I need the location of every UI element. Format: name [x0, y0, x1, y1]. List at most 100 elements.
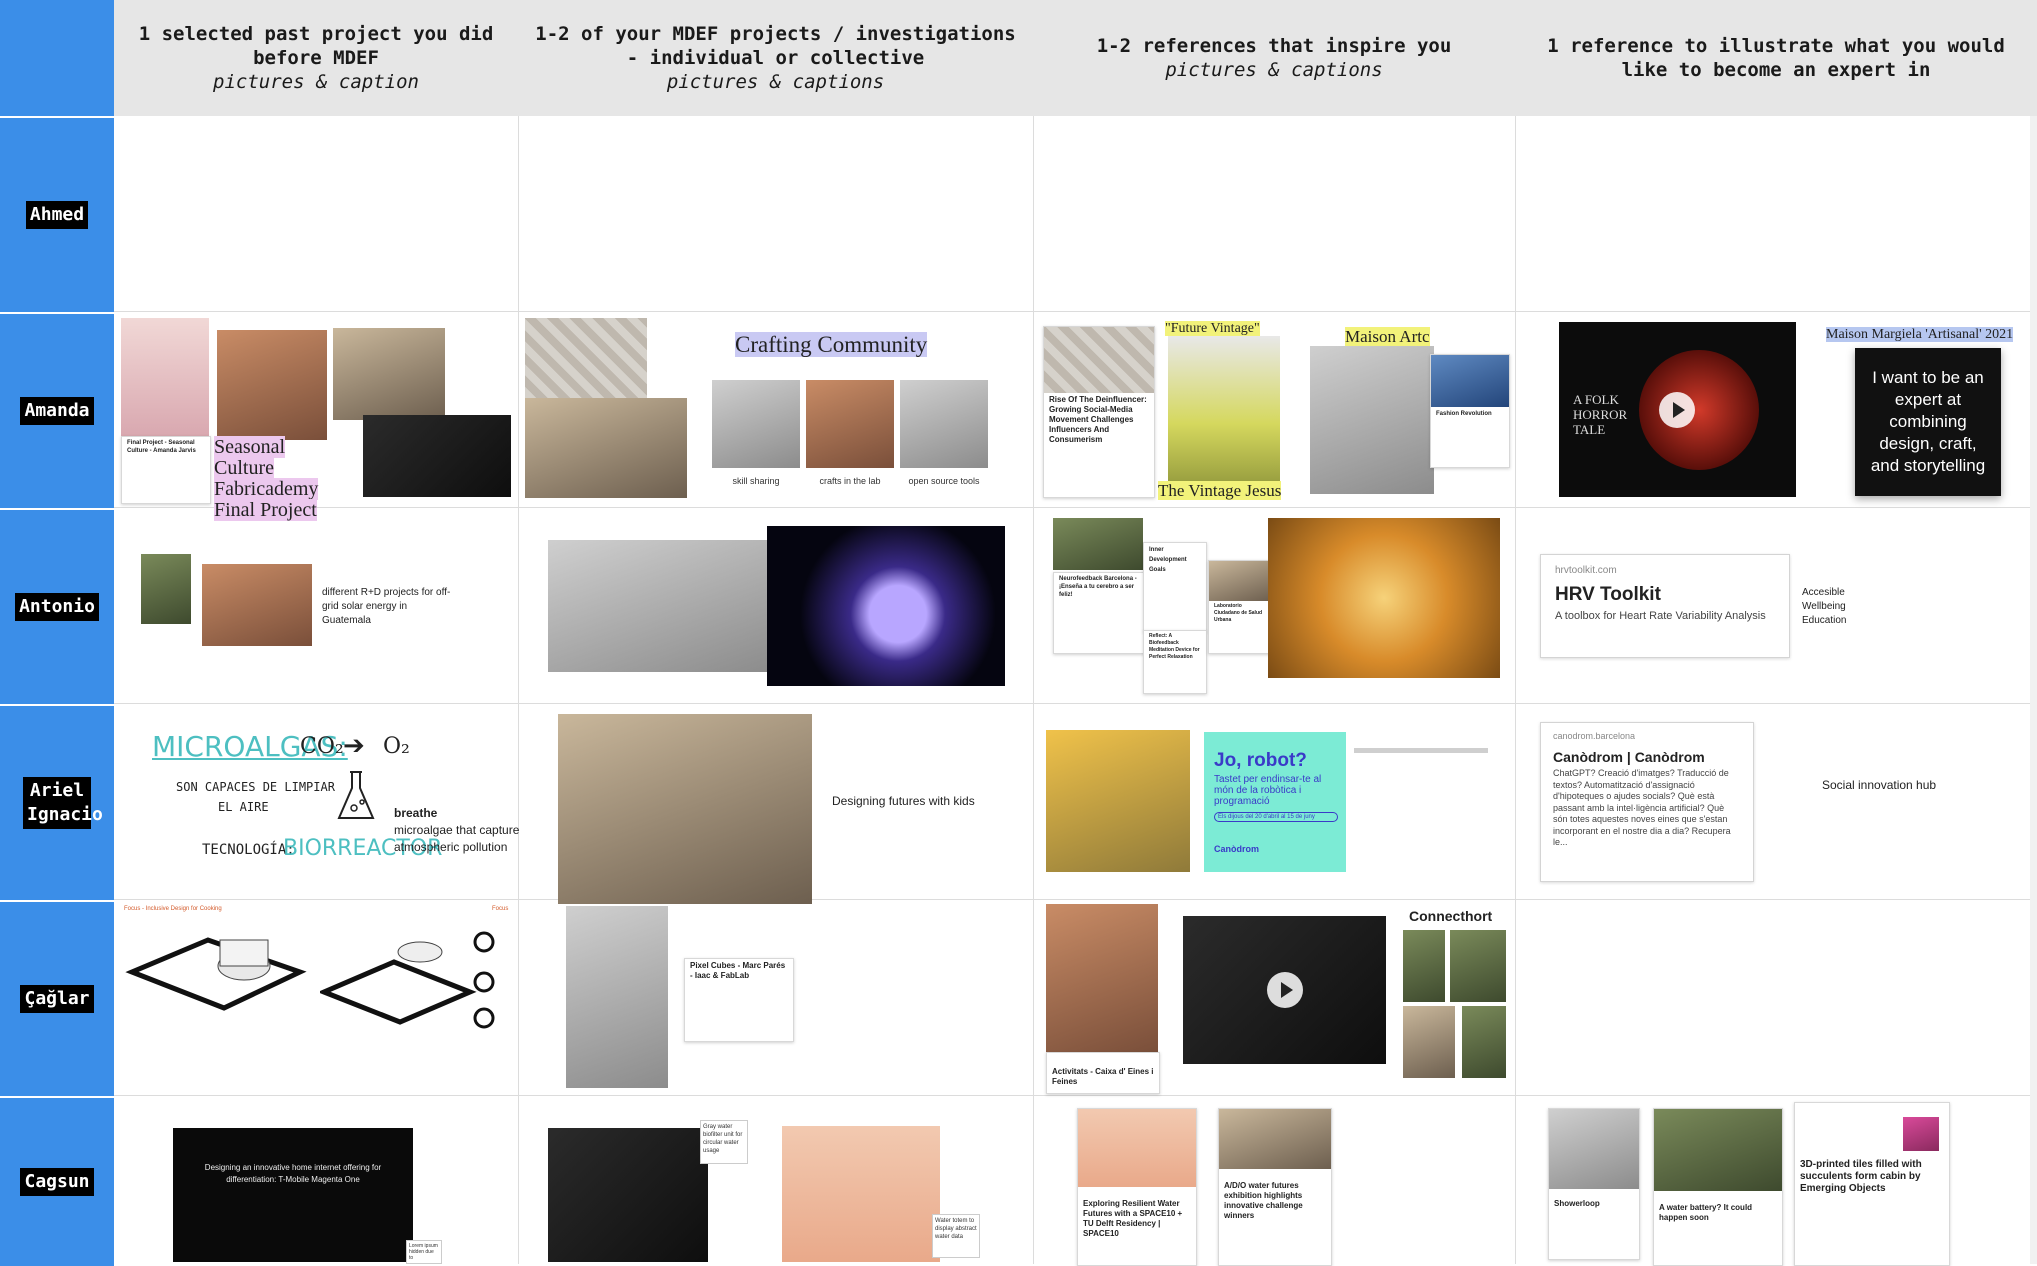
- amanda-ref-article-card[interactable]: Rise Of The Deinfluencer: Growing Social…: [1043, 326, 1155, 498]
- row-name: Cagsun: [20, 1168, 94, 1196]
- caglar-mdef-cubes-image[interactable]: [566, 906, 668, 1088]
- cagsun-expert-card-cabin[interactable]: 3D-printed tiles filled with succulents …: [1794, 1102, 1950, 1266]
- antonio-ref-portrait-image[interactable]: [1053, 518, 1143, 570]
- cagsun-mdef-note-2[interactable]: Water totem to display abstract water da…: [932, 1214, 980, 1258]
- card-description: A toolbox for Heart Rate Variability Ana…: [1555, 610, 1766, 622]
- antonio-ref-card-lab[interactable]: Laboratorio Ciudadano de Salud Urbana: [1208, 560, 1272, 654]
- grid-line: [114, 507, 2037, 508]
- amanda-mdef-crafts-image[interactable]: [525, 398, 687, 498]
- caglar-past-stove-image-2[interactable]: [320, 912, 504, 1034]
- ariel-expert-link-card[interactable]: canodrom.barcelona Canòdrom | Canòdrom C…: [1540, 722, 1754, 882]
- card-title: Canòdrom | Canòdrom: [1553, 749, 1705, 765]
- ariel-formula-left: CO₂: [300, 734, 344, 759]
- card-thumbnail: [1209, 561, 1271, 601]
- card-title: HRV Toolkit: [1555, 584, 1661, 605]
- column-subtitle: pictures & captions: [666, 71, 885, 93]
- ariel-line1: SON CAPACES DE LIMPIAR: [176, 780, 335, 794]
- row-label-amanda[interactable]: Amanda: [0, 312, 114, 508]
- ariel-mdef-kids-image[interactable]: [558, 714, 812, 904]
- caglar-ref-garden-image-2[interactable]: [1450, 930, 1506, 1002]
- amanda-maison-image[interactable]: [1310, 346, 1434, 494]
- card-title: Pixel Cubes - Marc Parés - Iaac & FabLab: [690, 961, 786, 980]
- poster-brand: Canòdrom: [1214, 844, 1259, 854]
- flask-icon: [336, 770, 376, 822]
- poster-date: Els dijous del 20 d'abril al 15 de juny: [1214, 812, 1338, 822]
- card-thumbnail: [1549, 1109, 1639, 1189]
- amanda-expert-sticky-note[interactable]: I want to be an expert at combining desi…: [1855, 348, 2001, 496]
- amanda-pattern-image[interactable]: [333, 328, 445, 420]
- row-name: Ariel Ignacio: [23, 777, 103, 829]
- cagsun-ref-card-ado[interactable]: A/D/O water futures exhibition highlight…: [1218, 1108, 1332, 1266]
- ariel-ref-arduino-image[interactable]: [1046, 730, 1190, 872]
- caglar-mdef-link-card[interactable]: Pixel Cubes - Marc Parés - Iaac & FabLab: [684, 958, 794, 1042]
- antonio-ref-energy-image[interactable]: [1268, 518, 1500, 678]
- grid-line: [114, 1095, 2037, 1096]
- card-title: Reflect: A Biofeedback Meditation Device…: [1149, 633, 1200, 660]
- card-title: Final Project - Seasonal Culture - Amand…: [127, 440, 196, 454]
- amanda-past-link-card[interactable]: Final Project - Seasonal Culture - Amand…: [121, 436, 211, 504]
- card-thumbnail: [1903, 1117, 1939, 1151]
- play-icon[interactable]: [1267, 972, 1303, 1008]
- amanda-expert-video[interactable]: A FOLK HORROR TALE: [1559, 322, 1796, 497]
- video-still: [1639, 350, 1759, 470]
- cagsun-mdef-exhibit-image[interactable]: [548, 1128, 708, 1262]
- ariel-past-caption: microalgae that capture atmospheric poll…: [394, 823, 520, 854]
- play-icon[interactable]: [1659, 392, 1695, 428]
- row-label-caglar[interactable]: Çağlar: [0, 900, 114, 1096]
- caglar-ref-video[interactable]: [1183, 916, 1386, 1064]
- ariel-line2: EL AIRE: [218, 800, 269, 814]
- antonio-ref-card-idg[interactable]: Inner Development Goals: [1143, 542, 1207, 632]
- amanda-vintage-image[interactable]: [1168, 336, 1280, 482]
- antonio-mdef-light-image[interactable]: [767, 526, 1005, 686]
- board-edge-strip: [2030, 116, 2037, 1264]
- amanda-ref-label-maison: Maison Artc: [1345, 327, 1430, 346]
- cagsun-mdef-totem-image[interactable]: [782, 1126, 940, 1262]
- caglar-ref-garden-image-3[interactable]: [1403, 1006, 1455, 1078]
- ariel-ref-poster[interactable]: Jo, robot? Tastet per endinsar-te al món…: [1204, 732, 1346, 872]
- caglar-ref-garden-image-4[interactable]: [1462, 1006, 1506, 1078]
- cagsun-expert-card-showerloop[interactable]: Showerloop: [1548, 1108, 1640, 1260]
- cagsun-ref-card-space10[interactable]: Exploring Resilient Water Futures with a…: [1077, 1108, 1197, 1266]
- card-title: Laboratorio Ciudadano de Salud Urbana: [1214, 603, 1263, 623]
- amanda-crafts-lab-image[interactable]: [806, 380, 894, 468]
- antonio-mdef-lab-image[interactable]: [548, 540, 770, 672]
- row-label-ahmed[interactable]: Ahmed: [0, 116, 114, 312]
- caglar-past-stove-image-1[interactable]: [124, 912, 308, 1034]
- ariel-tech-label: TECNOLOGÍA:: [202, 842, 295, 858]
- amanda-textile-image[interactable]: [217, 330, 327, 440]
- caption: skill sharing: [732, 476, 780, 486]
- card-title: Neurofeedback Barcelona - ¡Enseña a tu c…: [1059, 576, 1137, 598]
- ariel-mdef-caption: Designing futures with kids: [832, 794, 975, 808]
- caglar-ref-link-card[interactable]: Activitats - Caixa d' Eines i Feines: [1046, 1052, 1160, 1094]
- card-thumbnail: [1078, 1109, 1196, 1187]
- card-thumbnail: [1044, 327, 1154, 393]
- cagsun-expert-card-battery[interactable]: A water battery? It could happen soon: [1653, 1108, 1783, 1266]
- row-label-antonio[interactable]: Antonio: [0, 508, 114, 704]
- cagsun-past-note[interactable]: Lorem ipsum hidden due to: [406, 1240, 442, 1264]
- amanda-portrait-image[interactable]: [121, 318, 209, 436]
- antonio-ref-card-reflect[interactable]: Reflect: A Biofeedback Meditation Device…: [1143, 630, 1207, 694]
- amanda-expert-label: Maison Margiela 'Artisanal' 2021: [1826, 327, 2014, 342]
- ariel-expert-note: Social innovation hub: [1822, 778, 1937, 792]
- cagsun-past-presentation[interactable]: Designing an innovative home internet of…: [173, 1128, 413, 1262]
- card-title: Inner Development Goals: [1149, 547, 1187, 573]
- antonio-expert-link-card[interactable]: hrvtoolkit.com HRV Toolkit A toolbox for…: [1540, 554, 1790, 658]
- amanda-mdef-fabric-image[interactable]: [525, 318, 647, 398]
- caglar-ref-storefront-image[interactable]: [1046, 904, 1158, 1052]
- presentation-title: Designing an innovative home internet of…: [204, 1163, 382, 1184]
- antonio-solar-image[interactable]: [141, 554, 191, 624]
- row-label-cagsun[interactable]: Cagsun: [0, 1096, 114, 1266]
- antonio-ref-card-neurofeedback[interactable]: Neurofeedback Barcelona - ¡Enseña a tu c…: [1053, 572, 1145, 654]
- row-label-ariel[interactable]: Ariel Ignacio: [0, 704, 114, 900]
- amanda-open-source-image[interactable]: [900, 380, 988, 468]
- grid-line: [114, 311, 2037, 312]
- card-thumbnail: [1654, 1109, 1782, 1191]
- cagsun-mdef-note-1[interactable]: Gray water biofilter unit for circular w…: [700, 1120, 748, 1164]
- antonio-community-image[interactable]: [202, 564, 312, 646]
- amanda-ref-card-eu[interactable]: Fashion Revolution: [1430, 354, 1510, 468]
- caglar-ref-garden-image-1[interactable]: [1403, 930, 1445, 1002]
- amanda-skill-sharing-image[interactable]: [712, 380, 800, 468]
- card-description: ChatGPT? Creació d'imatges? Traducció de…: [1553, 768, 1731, 847]
- amanda-crystal-image[interactable]: [363, 415, 511, 497]
- miro-board: 1 selected past project you did before M…: [0, 0, 2037, 1266]
